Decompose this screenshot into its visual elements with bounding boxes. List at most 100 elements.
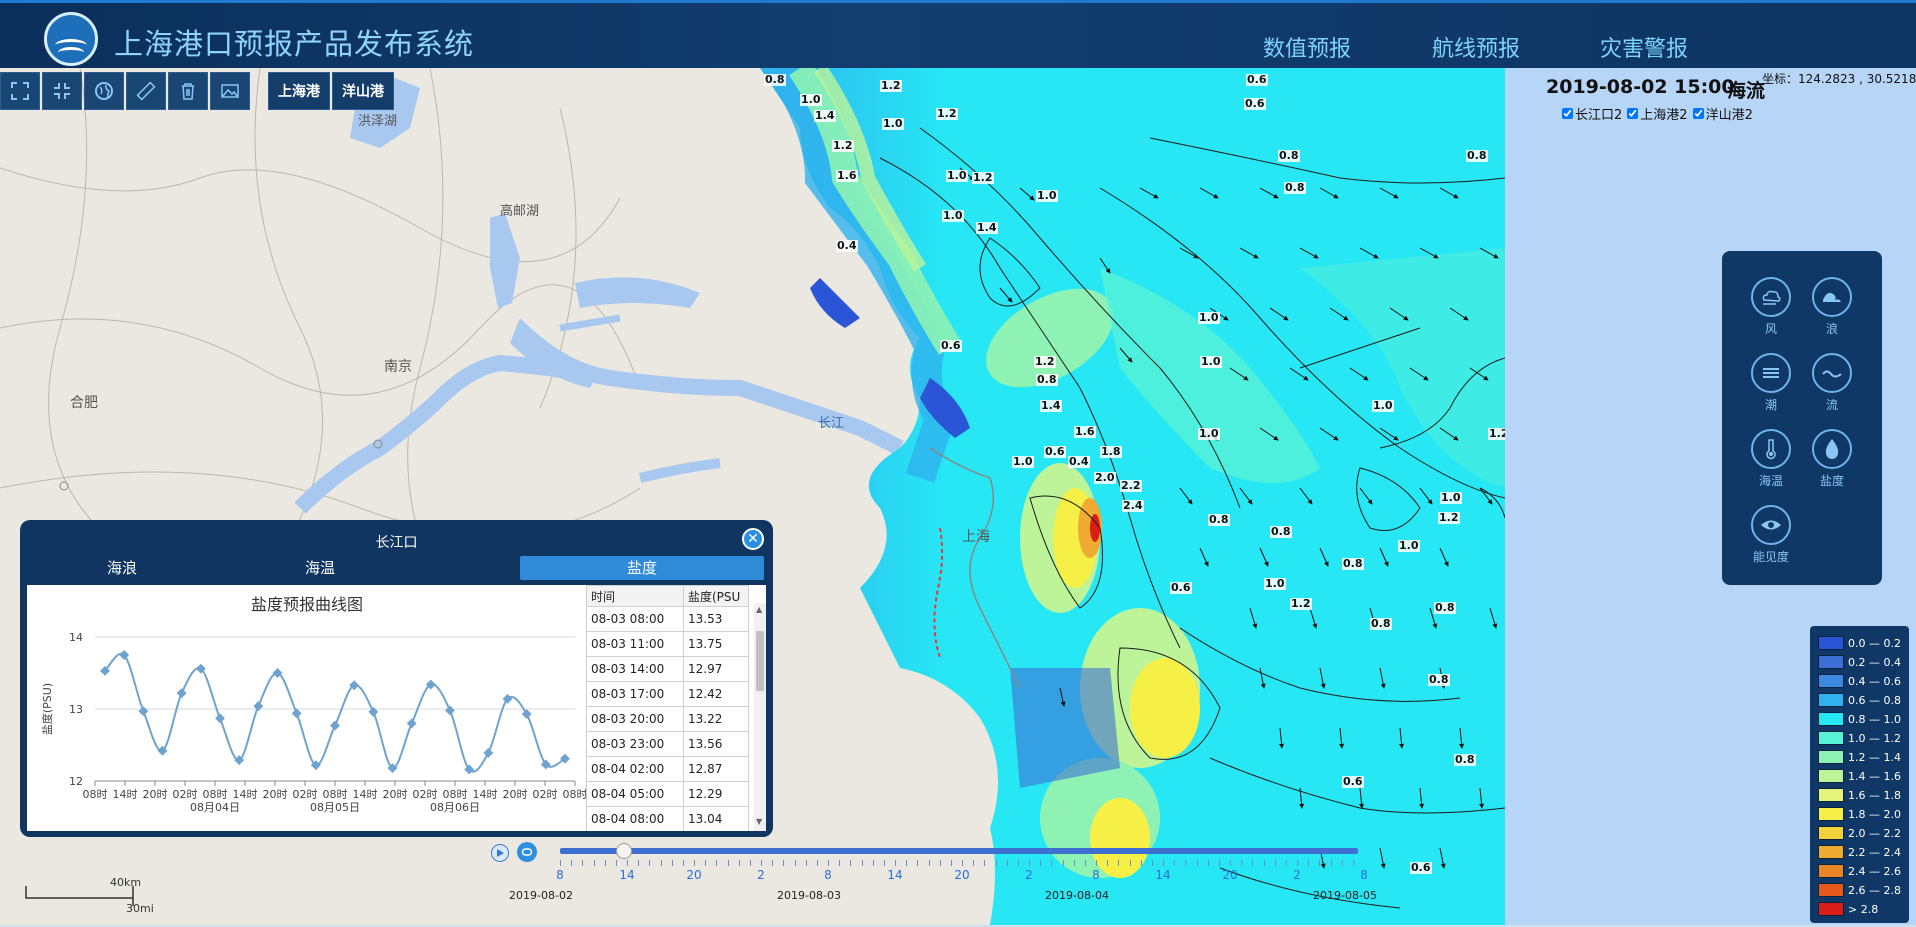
time-cell: 08-03 17:00 xyxy=(586,681,684,707)
table-header-row: 时间 盐度(PSU xyxy=(586,585,749,607)
station-label: 长江口2 xyxy=(1575,108,1623,123)
scale-km-label: 40km xyxy=(110,876,142,889)
contour-label: 1.0 xyxy=(1372,399,1394,412)
nav-numerical-forecast[interactable]: 数值预报 xyxy=(1263,31,1351,63)
legend-item: 0.4 — 0.6 xyxy=(1818,672,1908,690)
color-legend: 0.0 — 0.2 0.2 — 0.4 0.4 — 0.6 0.6 — 0.8 0.8 … xyxy=(1810,626,1909,923)
checkbox[interactable] xyxy=(1562,108,1573,119)
ruler-button[interactable] xyxy=(126,72,166,110)
layer-button-tide[interactable]: 潮 xyxy=(1741,353,1801,413)
legend-item: 0.2 — 0.4 xyxy=(1818,653,1908,671)
salinity-table: 时间 盐度(PSU 08-03 08:00 13.53 08-03 11:00 13.… xyxy=(586,585,766,831)
contour-label: 1.2 xyxy=(832,139,854,152)
contour-label: 1.2 xyxy=(1488,428,1505,440)
contour-label: 0.8 xyxy=(764,73,786,86)
clear-button[interactable] xyxy=(168,72,208,110)
contour-label: 0.8 xyxy=(1036,373,1058,386)
shrink-button[interactable] xyxy=(42,72,82,110)
legend-label: 2.4 — 2.6 xyxy=(1848,864,1901,878)
table-row: 08-03 14:00 12.97 xyxy=(586,656,749,682)
checkbox[interactable] xyxy=(1692,108,1704,119)
timeline-tick xyxy=(560,860,561,866)
timeline-tick xyxy=(783,860,785,866)
station-checkbox[interactable]: 上海港2 xyxy=(1627,104,1688,123)
y-tick-label: 12 xyxy=(69,775,83,788)
y-tick-label: 14 xyxy=(69,631,83,644)
tab-salinity[interactable]: 盐度 xyxy=(520,556,764,580)
export-image-button[interactable] xyxy=(210,72,250,110)
legend-label: 1.0 — 1.2 xyxy=(1848,731,1901,745)
scroll-thumb[interactable] xyxy=(756,631,764,691)
play-button[interactable] xyxy=(491,844,509,862)
timeline-tick xyxy=(883,860,885,866)
tab-wave[interactable]: 海浪 xyxy=(26,556,218,580)
timeline-tick xyxy=(772,860,774,866)
layer-button-visibility[interactable]: 能见度 xyxy=(1741,505,1801,565)
timeline-tick xyxy=(973,860,975,866)
x-tick-label: 08时 xyxy=(323,788,348,801)
app-header: 上海港口预报产品发布系统 数值预报 航线预报 灾害警报 xyxy=(0,0,1916,68)
timeline-tick xyxy=(1352,860,1354,866)
x-date-label: 08月05日 xyxy=(310,801,360,814)
y-tick-label: 13 xyxy=(69,703,83,716)
x-tick-label: 08时 xyxy=(203,788,228,801)
contour-label: 0.4 xyxy=(836,239,858,252)
port-button-yangshan[interactable]: 洋山港 xyxy=(332,72,394,110)
legend-label: 2.6 — 2.8 xyxy=(1848,883,1901,897)
fullscreen-button[interactable] xyxy=(0,72,40,110)
layer-button-wave[interactable]: 浪 xyxy=(1802,277,1862,337)
checkbox[interactable] xyxy=(1627,108,1639,119)
contour-label: 1.2 xyxy=(1034,355,1056,368)
tide-icon xyxy=(1763,368,1779,378)
table-scrollbar[interactable]: ▲ ▼ xyxy=(754,603,766,831)
timeline-tick xyxy=(1341,860,1343,866)
timeline-tick xyxy=(1118,860,1120,866)
loop-button[interactable] xyxy=(517,842,537,862)
x-date-label: 08月06日 xyxy=(430,801,480,814)
timeline-tick xyxy=(738,860,740,866)
legend-item: 1.6 — 1.8 xyxy=(1818,786,1908,804)
timeline-track[interactable] xyxy=(560,848,1358,854)
timeline-tick xyxy=(1029,860,1030,866)
legend-swatch xyxy=(1818,655,1844,669)
legend-label: 1.2 — 1.4 xyxy=(1848,750,1901,764)
nav-disaster-warning[interactable]: 灾害警报 xyxy=(1600,31,1688,63)
app-title: 上海港口预报产品发布系统 xyxy=(114,27,475,61)
x-tick-label: 08时 xyxy=(443,788,468,801)
x-tick-label: 14时 xyxy=(473,788,498,801)
time-cell: 08-04 05:00 xyxy=(586,781,684,807)
legend-swatch xyxy=(1818,788,1844,802)
close-button[interactable]: ✕ xyxy=(742,528,764,550)
time-cell: 08-03 14:00 xyxy=(586,656,684,682)
timeline-tick xyxy=(1151,860,1153,866)
legend-item: 1.2 — 1.4 xyxy=(1818,748,1908,766)
shrink-icon xyxy=(54,83,70,99)
station-checkbox[interactable]: 洋山港2 xyxy=(1692,104,1753,123)
time-cell: 08-04 08:00 xyxy=(586,806,684,831)
nav-route-forecast[interactable]: 航线预报 xyxy=(1432,31,1520,63)
timeline-tick xyxy=(671,860,673,866)
column-header: 时间 xyxy=(586,585,684,607)
time-cell: 08-03 11:00 xyxy=(586,631,684,657)
tab-temperature[interactable]: 海温 xyxy=(224,556,416,580)
timeline-handle[interactable] xyxy=(615,843,632,859)
timeline-tick xyxy=(1107,860,1109,866)
layer-button-salinity[interactable]: 盐度 xyxy=(1802,429,1862,489)
timeline-hour-label: 8 xyxy=(556,868,564,882)
timeline-tick xyxy=(1285,860,1287,866)
contour-label: 1.8 xyxy=(1100,445,1122,458)
legend-label: 0.8 — 1.0 xyxy=(1848,712,1901,726)
popup-title: 长江口 xyxy=(375,535,418,551)
scroll-up-icon[interactable]: ▲ xyxy=(756,605,762,614)
layer-button-temperature[interactable]: 海温 xyxy=(1741,429,1801,489)
port-button-shanghai[interactable]: 上海港 xyxy=(268,72,330,110)
layer-button-wind[interactable]: 风 xyxy=(1741,277,1801,337)
layer-button-current[interactable]: 流 xyxy=(1802,353,1862,413)
contour-label: 1.2 xyxy=(1290,597,1312,610)
contour-label: 1.0 xyxy=(1264,577,1286,590)
station-checkbox[interactable]: 长江口2 xyxy=(1562,104,1622,123)
scroll-down-icon[interactable]: ▼ xyxy=(756,817,762,826)
salinity-cell: 12.29 xyxy=(683,781,749,807)
timeline-tick xyxy=(638,860,640,866)
globe-button[interactable] xyxy=(84,72,124,110)
